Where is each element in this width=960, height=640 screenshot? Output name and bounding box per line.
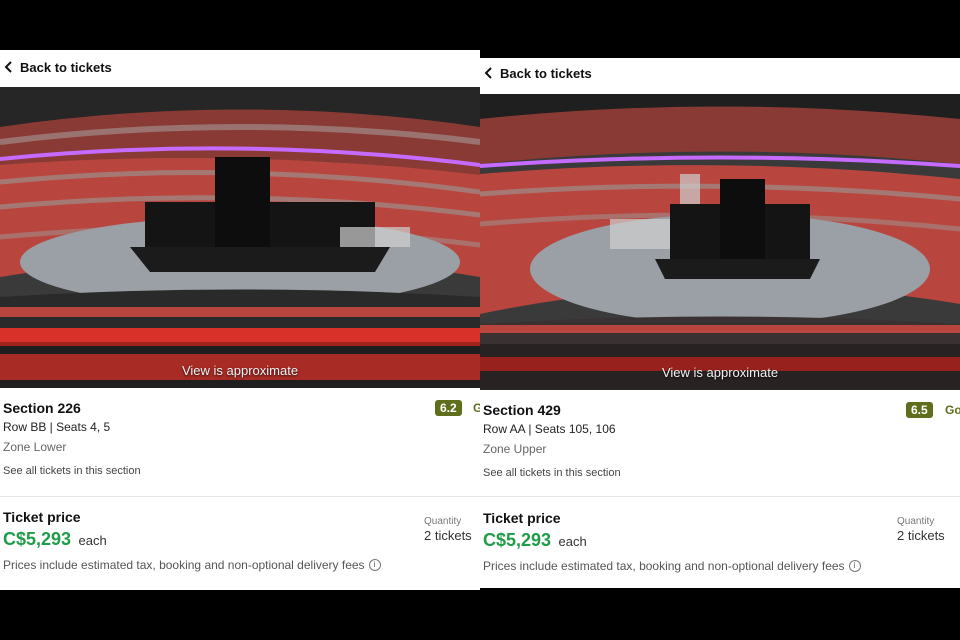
arena-view-illustration [480, 94, 960, 390]
view-approximate-caption: View is approximate [181, 363, 299, 378]
ticket-panel-right: Back to tickets View is approximate Sect… [480, 58, 960, 588]
seat-view-image: View is approximate [480, 94, 960, 390]
rating-label: G [473, 401, 480, 415]
back-to-tickets-link[interactable]: Back to tickets [2, 56, 112, 78]
price-block: Ticket price C$5,293 each Prices include… [3, 509, 480, 572]
price-block: Ticket price C$5,293 each Prices include… [483, 510, 960, 573]
ticket-price-label: Ticket price [483, 510, 561, 526]
quantity-value: 2 tickets [424, 528, 472, 543]
price-amount: C$5,293 [483, 530, 552, 550]
view-approximate-caption: View is approximate [661, 365, 779, 380]
chevron-left-icon [4, 61, 12, 73]
quantity-label: Quantity [897, 516, 935, 527]
fees-text: Prices include estimated tax, booking an… [483, 559, 845, 573]
row-seats: Row AA | Seats 105, 106 [483, 422, 616, 436]
rating-badge: 6.2 [435, 400, 462, 416]
rating-label: Go [945, 403, 960, 417]
chevron-left-icon [484, 67, 492, 79]
row-seats: Row BB | Seats 4, 5 [3, 420, 111, 434]
see-all-tickets-link[interactable]: See all tickets in this section [3, 465, 480, 477]
divider [480, 496, 960, 497]
section-title: Section 429 [483, 402, 561, 418]
divider [0, 496, 480, 497]
info-icon[interactable]: i [368, 559, 381, 571]
price-each: each [558, 534, 587, 549]
seat-view-image: View is approximate [0, 87, 480, 388]
zone-label: Zone Lower [3, 440, 67, 454]
seat-info: Section 226 Row BB | Seats 4, 5 Zone Low… [3, 400, 480, 477]
arena-view-illustration [0, 87, 480, 388]
back-label: Back to tickets [20, 59, 112, 75]
back-to-tickets-link[interactable]: Back to tickets [482, 62, 592, 84]
fees-note: Prices include estimated tax, booking an… [3, 558, 480, 572]
price-each: each [78, 533, 107, 548]
ticket-price-label: Ticket price [3, 509, 81, 525]
fees-text: Prices include estimated tax, booking an… [3, 558, 365, 572]
ticket-panel-left: Back to tickets View is approximate Sect… [0, 50, 480, 590]
info-icon[interactable]: i [848, 560, 861, 572]
price-amount: C$5,293 [3, 529, 72, 549]
see-all-tickets-link[interactable]: See all tickets in this section [483, 467, 960, 479]
zone-label: Zone Upper [483, 442, 547, 456]
rating-badge: 6.5 [906, 402, 933, 418]
back-label: Back to tickets [500, 65, 592, 81]
quantity: Quantity 2 tickets [424, 516, 472, 543]
quantity-label: Quantity [424, 516, 462, 527]
quantity: Quantity 2 tickets [897, 516, 945, 543]
seat-info: Section 429 Row AA | Seats 105, 106 Zone… [483, 402, 960, 479]
section-title: Section 226 [3, 400, 81, 416]
quantity-value: 2 tickets [897, 528, 945, 543]
fees-note: Prices include estimated tax, booking an… [483, 559, 960, 573]
